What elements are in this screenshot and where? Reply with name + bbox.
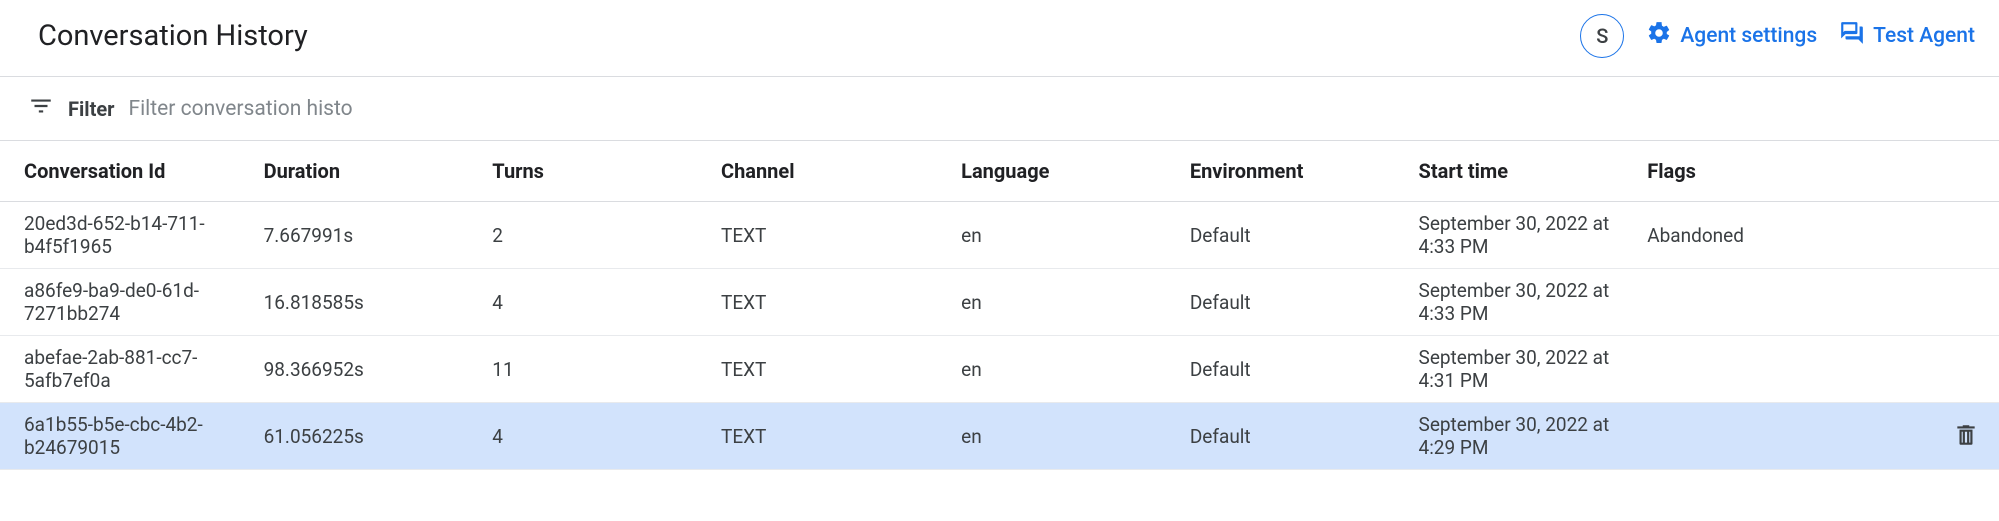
cell-duration: 61.056225s [252,403,481,470]
cell-flags: Abandoned [1635,202,1932,269]
cell-id: 20ed3d-652-b14-711-b4f5f1965 [0,202,252,269]
col-header-actions [1933,141,1999,202]
cell-actions [1933,403,1999,470]
cell-channel: TEXT [709,403,949,470]
agent-settings-button[interactable]: Agent settings [1646,20,1817,52]
trash-icon [1953,422,1979,451]
cell-language: en [949,202,1178,269]
avatar[interactable]: S [1580,14,1624,58]
page-header: Conversation History S Agent settings Te… [0,0,1999,77]
cell-environment: Default [1178,336,1407,403]
cell-actions [1933,202,1999,269]
cell-channel: TEXT [709,269,949,336]
filter-icon[interactable] [28,93,54,124]
cell-language: en [949,269,1178,336]
cell-start_time: September 30, 2022 at 4:29 PM [1407,403,1636,470]
test-agent-label: Test Agent [1873,24,1975,48]
cell-id: 6a1b55-b5e-cbc-4b2-b24679015 [0,403,252,470]
col-header-environment[interactable]: Environment [1178,141,1407,202]
cell-duration: 98.366952s [252,336,481,403]
filter-bar: Filter [0,77,1999,140]
cell-turns: 2 [480,202,709,269]
col-header-channel[interactable]: Channel [709,141,949,202]
header-actions: S Agent settings Test Agent [1580,14,1975,58]
cell-language: en [949,336,1178,403]
table-header-row: Conversation Id Duration Turns Channel L… [0,141,1999,202]
cell-start_time: September 30, 2022 at 4:33 PM [1407,269,1636,336]
page-title: Conversation History [38,19,308,53]
cell-channel: TEXT [709,202,949,269]
table-row[interactable]: 20ed3d-652-b14-711-b4f5f19657.667991s2TE… [0,202,1999,269]
chat-icon [1839,20,1865,52]
cell-environment: Default [1178,269,1407,336]
delete-button[interactable] [1949,418,1983,455]
gear-icon [1646,20,1672,52]
col-header-language[interactable]: Language [949,141,1178,202]
cell-duration: 16.818585s [252,269,481,336]
agent-settings-label: Agent settings [1680,24,1817,48]
cell-turns: 4 [480,269,709,336]
avatar-letter: S [1596,24,1608,48]
cell-environment: Default [1178,403,1407,470]
filter-label: Filter [68,97,114,121]
table-row[interactable]: abefae-2ab-881-cc7-5afb7ef0a98.366952s11… [0,336,1999,403]
col-header-id[interactable]: Conversation Id [0,141,252,202]
cell-id: a86fe9-ba9-de0-61d-7271bb274 [0,269,252,336]
cell-language: en [949,403,1178,470]
cell-id: abefae-2ab-881-cc7-5afb7ef0a [0,336,252,403]
test-agent-button[interactable]: Test Agent [1839,20,1975,52]
filter-input[interactable] [128,97,388,121]
cell-environment: Default [1178,202,1407,269]
cell-flags [1635,336,1932,403]
cell-channel: TEXT [709,336,949,403]
cell-turns: 11 [480,336,709,403]
col-header-start-time[interactable]: Start time [1407,141,1636,202]
cell-start_time: September 30, 2022 at 4:33 PM [1407,202,1636,269]
col-header-turns[interactable]: Turns [480,141,709,202]
conversation-table: Conversation Id Duration Turns Channel L… [0,140,1999,470]
cell-actions [1933,336,1999,403]
table-row[interactable]: a86fe9-ba9-de0-61d-7271bb27416.818585s4T… [0,269,1999,336]
cell-actions [1933,269,1999,336]
cell-start_time: September 30, 2022 at 4:31 PM [1407,336,1636,403]
cell-flags [1635,403,1932,470]
col-header-flags[interactable]: Flags [1635,141,1932,202]
col-header-duration[interactable]: Duration [252,141,481,202]
cell-turns: 4 [480,403,709,470]
cell-flags [1635,269,1932,336]
cell-duration: 7.667991s [252,202,481,269]
table-row[interactable]: 6a1b55-b5e-cbc-4b2-b2467901561.056225s4T… [0,403,1999,470]
